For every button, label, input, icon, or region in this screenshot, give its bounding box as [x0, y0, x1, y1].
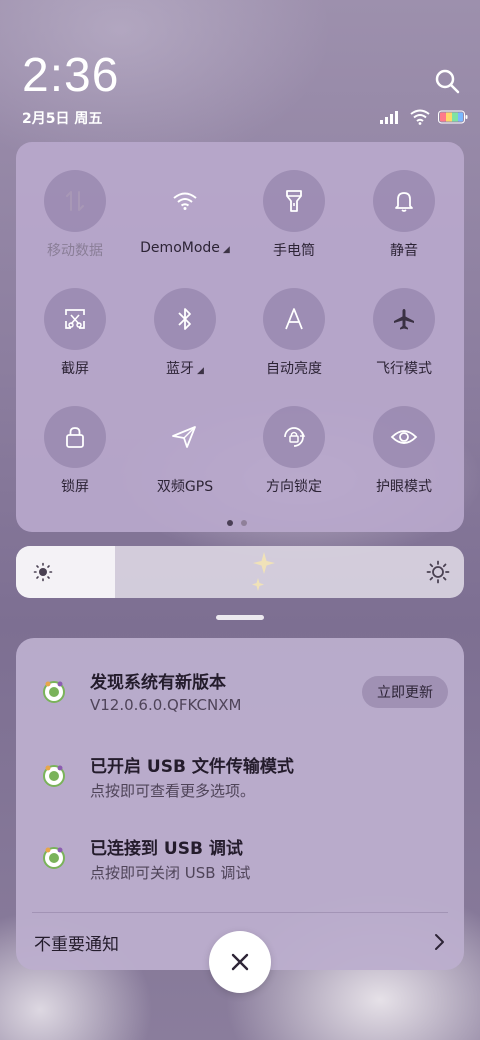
- tile-label-text: DemoMode: [140, 240, 220, 256]
- search-button[interactable]: [432, 66, 462, 96]
- auto-brightness-icon: [285, 308, 303, 330]
- clock[interactable]: 2:36: [22, 48, 119, 103]
- notification-system-update[interactable]: 发现系统有新版本 V12.0.6.0.QFKCNXM 立即更新: [16, 664, 464, 734]
- tile-circle: [373, 288, 435, 350]
- bluetooth-icon: [178, 308, 191, 330]
- flashlight-icon: [286, 190, 302, 212]
- tile-circle: [263, 288, 325, 350]
- tile-label: 截屏: [61, 361, 89, 377]
- tile-label: 蓝牙 ◢: [130, 358, 240, 378]
- tile-circle: [44, 170, 106, 232]
- eye-icon: [390, 430, 418, 444]
- tile-flashlight[interactable]: 手电筒: [239, 170, 349, 260]
- brightness-low-icon: [33, 562, 53, 582]
- search-icon: [435, 69, 460, 94]
- lock-icon: [66, 427, 84, 448]
- tile-circle: [44, 288, 106, 350]
- divider: [32, 912, 448, 913]
- stars-decoration-icon: [252, 552, 275, 591]
- rotation-lock-icon: [284, 427, 306, 447]
- tile-eye-care[interactable]: 护眼模式: [349, 406, 459, 496]
- tile-wifi[interactable]: DemoMode ◢: [130, 170, 240, 256]
- tile-label: 护眼模式: [376, 479, 432, 495]
- tile-label: 自动亮度: [266, 361, 322, 377]
- tile-screenshot[interactable]: 截屏: [20, 288, 130, 378]
- page-dot[interactable]: [227, 520, 233, 526]
- tile-rotation-lock[interactable]: 方向锁定: [239, 406, 349, 496]
- unimportant-notifications-link[interactable]: 不重要通知: [34, 930, 119, 955]
- tile-circle: [373, 406, 435, 468]
- notification-subtitle: 点按即可查看更多选项。: [90, 782, 256, 800]
- update-now-button[interactable]: 立即更新: [362, 676, 448, 708]
- tile-dual-gps[interactable]: 双频GPS: [130, 406, 240, 496]
- tile-lock-screen[interactable]: 锁屏: [20, 406, 130, 496]
- signal-icon: [380, 111, 398, 124]
- tile-mobile-data[interactable]: 移动数据: [20, 170, 130, 260]
- bell-icon: [395, 192, 413, 212]
- tile-label: 锁屏: [61, 479, 89, 495]
- date[interactable]: 2月5日 周五: [22, 108, 102, 128]
- tile-circle: [154, 170, 216, 232]
- wifi-icon: [173, 192, 197, 210]
- tile-label-text: 蓝牙: [166, 361, 195, 377]
- brightness-high-icon: [426, 560, 450, 584]
- airplane-icon: [394, 309, 414, 330]
- brightness-slider[interactable]: [16, 546, 464, 598]
- tile-label: 双频GPS: [156, 479, 214, 495]
- location-icon: [172, 426, 196, 448]
- notification-usb-transfer[interactable]: 已开启 USB 文件传输模式 点按即可查看更多选项。: [16, 748, 464, 818]
- dropdown-triangle-icon[interactable]: ◢: [197, 366, 204, 376]
- panel-drag-handle[interactable]: [216, 615, 264, 620]
- page-indicator: [227, 520, 247, 526]
- tile-circle: [263, 406, 325, 468]
- tile-airplane[interactable]: 飞行模式: [349, 288, 459, 378]
- tile-circle: [44, 406, 106, 468]
- tile-label: 移动数据: [47, 243, 103, 259]
- notification-subtitle: 点按即可关闭 USB 调试: [90, 864, 251, 882]
- dropdown-triangle-icon[interactable]: ◢: [223, 245, 230, 255]
- tile-mute[interactable]: 静音: [349, 170, 459, 260]
- tile-label: DemoMode ◢: [130, 240, 240, 256]
- tile-auto-brightness[interactable]: 自动亮度: [239, 288, 349, 378]
- notification-title: 已开启 USB 文件传输模式: [90, 757, 294, 777]
- notification-usb-debug[interactable]: 已连接到 USB 调试 点按即可关闭 USB 调试: [16, 832, 464, 902]
- mobile-data-icon: [66, 191, 84, 211]
- notification-subtitle: V12.0.6.0.QFKCNXM: [90, 696, 242, 714]
- security-app-icon: [43, 681, 65, 703]
- chevron-right-icon[interactable]: [432, 932, 446, 952]
- notification-title: 发现系统有新版本: [90, 673, 226, 693]
- security-app-icon: [43, 847, 65, 869]
- tile-label: 飞行模式: [376, 361, 432, 377]
- quick-settings-panel: 移动数据 DemoMode ◢ 手电筒 静音 截屏 蓝牙 ◢ 自动亮度 飞行模式…: [16, 142, 464, 532]
- wifi-icon: [410, 109, 430, 125]
- tile-circle: [373, 170, 435, 232]
- close-icon: [231, 953, 249, 971]
- tile-label: 方向锁定: [266, 479, 322, 495]
- status-icons: [380, 108, 468, 126]
- screenshot-icon: [65, 309, 85, 329]
- tile-circle: [154, 288, 216, 350]
- clear-all-button[interactable]: [209, 931, 271, 993]
- tile-bluetooth[interactable]: 蓝牙 ◢: [130, 288, 240, 378]
- notification-title: 已连接到 USB 调试: [90, 839, 243, 859]
- tile-label: 手电筒: [273, 243, 315, 259]
- tile-label: 静音: [390, 243, 418, 259]
- notification-panel: 发现系统有新版本 V12.0.6.0.QFKCNXM 立即更新 已开启 USB …: [16, 638, 464, 970]
- page-dot[interactable]: [241, 520, 247, 526]
- brightness-fill: [16, 546, 115, 598]
- battery-icon: [438, 110, 468, 124]
- tile-circle: [154, 406, 216, 468]
- security-app-icon: [43, 765, 65, 787]
- tile-circle: [263, 170, 325, 232]
